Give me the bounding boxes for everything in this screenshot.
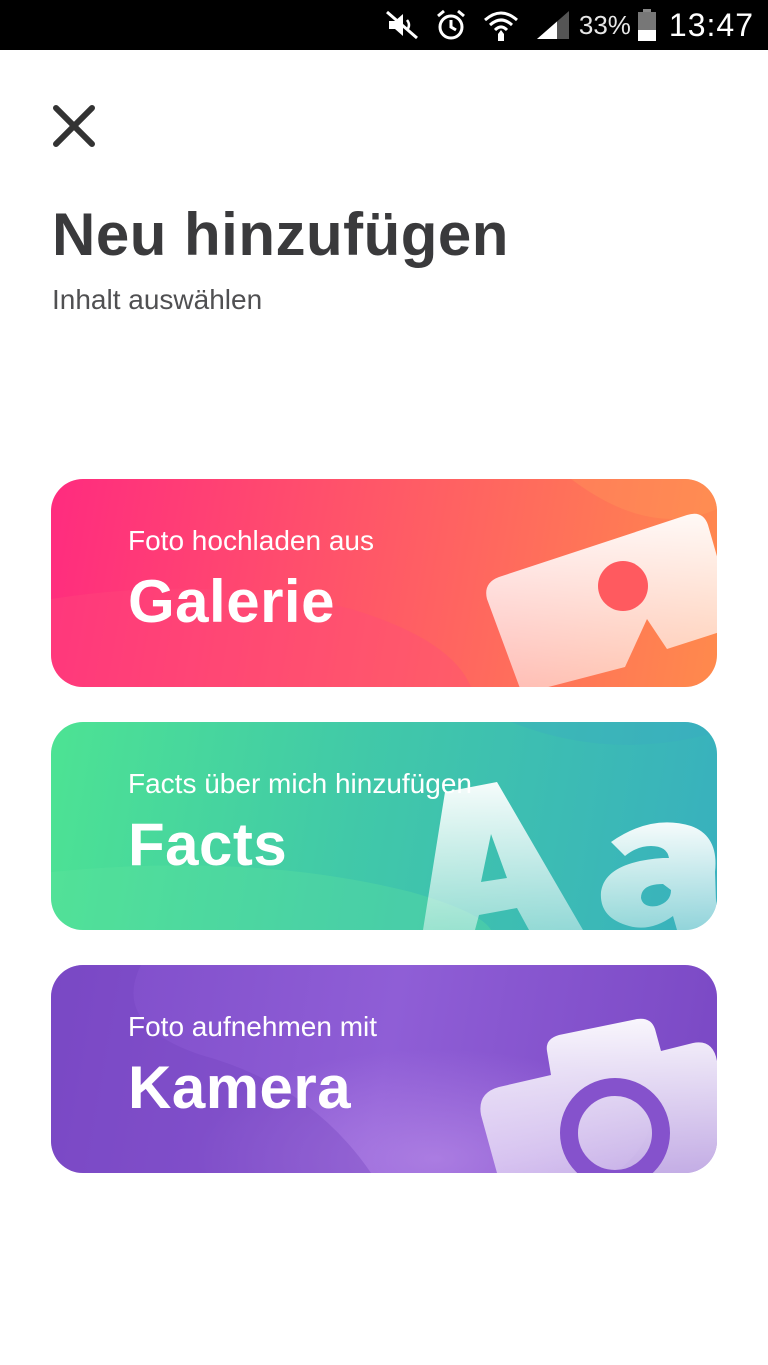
battery-percent: 33% <box>578 9 631 40</box>
facts-card-title: Facts <box>128 811 288 878</box>
text-aa-icon <box>423 782 717 930</box>
wifi-icon <box>483 8 519 42</box>
close-icon <box>53 105 95 147</box>
facts-card-subtitle: Facts über mich hinzufügen <box>128 768 472 799</box>
battery-icon <box>637 8 657 42</box>
camera-card-title: Kamera <box>128 1054 352 1121</box>
page-title: Neu hinzufügen <box>52 201 509 268</box>
page-subtitle: Inhalt auswählen <box>52 284 263 315</box>
mute-icon <box>385 10 419 40</box>
close-button[interactable] <box>44 96 104 156</box>
gallery-photo-icon <box>486 513 717 687</box>
camera-card[interactable]: Foto aufnehmen mit Kamera <box>51 965 717 1173</box>
clock: 13:47 <box>668 6 754 43</box>
signal-icon <box>535 9 571 41</box>
gallery-card[interactable]: Foto hochladen aus Galerie <box>51 479 717 687</box>
facts-card[interactable]: Facts über mich hinzufügen Facts <box>51 722 717 930</box>
gallery-card-title: Galerie <box>128 568 335 635</box>
status-bar: 33% 13:47 <box>0 0 768 50</box>
camera-card-subtitle: Foto aufnehmen mit <box>128 1011 378 1042</box>
gallery-card-subtitle: Foto hochladen aus <box>128 525 374 556</box>
alarm-icon <box>435 9 467 41</box>
